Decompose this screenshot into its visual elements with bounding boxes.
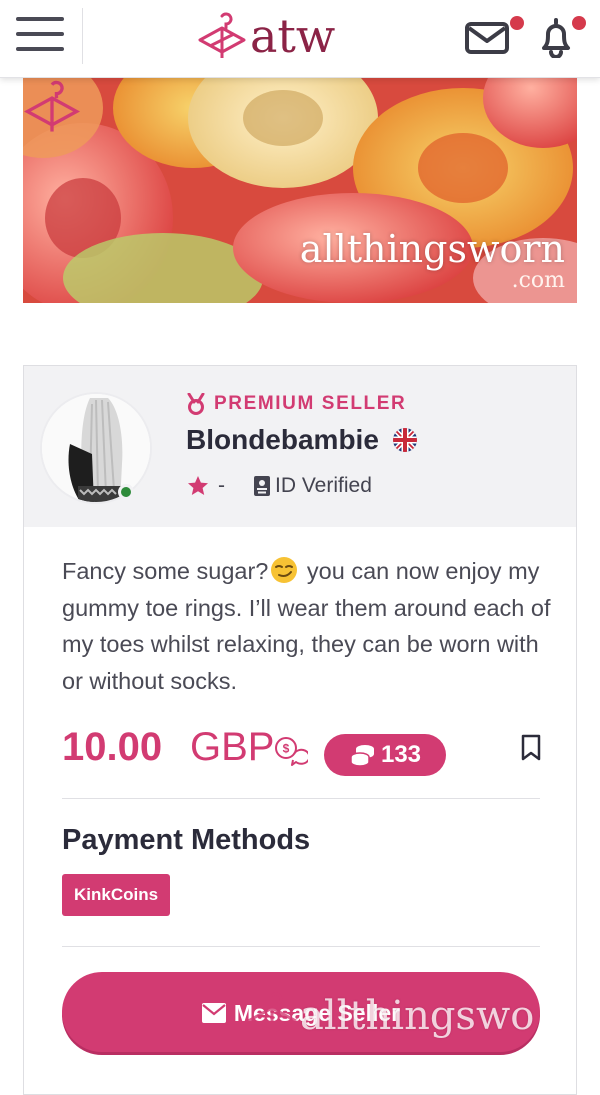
message-notification-dot	[510, 16, 524, 30]
divider	[62, 798, 540, 799]
payment-methods-title: Payment Methods	[62, 824, 311, 856]
svg-text:$: $	[283, 742, 290, 756]
header-divider	[82, 8, 83, 64]
price-row: 10.00 GBP $ 133	[62, 722, 552, 778]
banner-brand-domain: .com	[511, 268, 565, 293]
banner-brand: allthingsworn .com	[300, 228, 565, 292]
seller-name-link[interactable]: Blondebambie	[186, 424, 417, 456]
menu-line	[16, 47, 64, 51]
medal-icon	[187, 393, 205, 415]
rating-value: -	[218, 474, 225, 497]
bookmark-icon[interactable]	[520, 734, 542, 762]
price-currency: GBP	[190, 725, 275, 769]
notifications-button[interactable]	[536, 12, 592, 59]
seller-info: PREMIUM SELLER Blondebambie - ID Verifie…	[24, 366, 576, 527]
hamburger-menu-icon[interactable]	[16, 15, 66, 55]
site-logo[interactable]: atw	[196, 8, 335, 64]
top-header: atw	[0, 0, 600, 78]
banner-hanger-logo-icon	[23, 80, 81, 132]
verification-status: ID Verified	[275, 474, 372, 497]
online-status-dot	[118, 484, 134, 500]
coins-icon	[350, 745, 374, 767]
hanger-logo-icon	[198, 12, 246, 58]
bell-notification-dot	[572, 16, 586, 30]
premium-seller-badge: PREMIUM SELLER	[186, 393, 406, 415]
uk-flag-icon	[392, 428, 417, 452]
listing-description: Fancy some sugar? you can now enjoy my g…	[62, 553, 552, 699]
message-seller-label: Message Seller	[233, 1000, 401, 1026]
messages-button[interactable]	[464, 16, 524, 56]
coins-value: 133	[380, 741, 422, 768]
seller-name: Blondebambie	[186, 424, 379, 455]
menu-line	[16, 32, 64, 36]
payment-method-badge: KinkCoins	[62, 874, 171, 916]
menu-line	[16, 17, 64, 21]
listing-banner-image: allthingsworn .com	[23, 78, 577, 303]
kinkcoins-price-button[interactable]: 133	[324, 734, 446, 776]
logo-text: atw	[250, 9, 336, 63]
listing-card: PREMIUM SELLER Blondebambie - ID Verifie…	[23, 365, 577, 1095]
seller-stats: - ID Verified	[186, 474, 372, 498]
avatar[interactable]	[40, 392, 152, 504]
star-icon	[188, 476, 208, 495]
price-value: 10.00	[62, 725, 163, 769]
id-badge-icon	[254, 476, 270, 496]
description-text-start: Fancy some sugar?	[62, 558, 269, 584]
message-seller-button[interactable]: Message Seller	[62, 972, 540, 1052]
premium-seller-label: PREMIUM SELLER	[214, 393, 407, 414]
make-offer-icon[interactable]: $	[274, 736, 308, 768]
envelope-icon	[201, 1003, 226, 1023]
smirking-face-emoji	[271, 557, 298, 583]
divider	[62, 946, 540, 947]
avatar-photo	[42, 394, 150, 502]
banner-brand-text: allthingsworn	[299, 227, 565, 271]
